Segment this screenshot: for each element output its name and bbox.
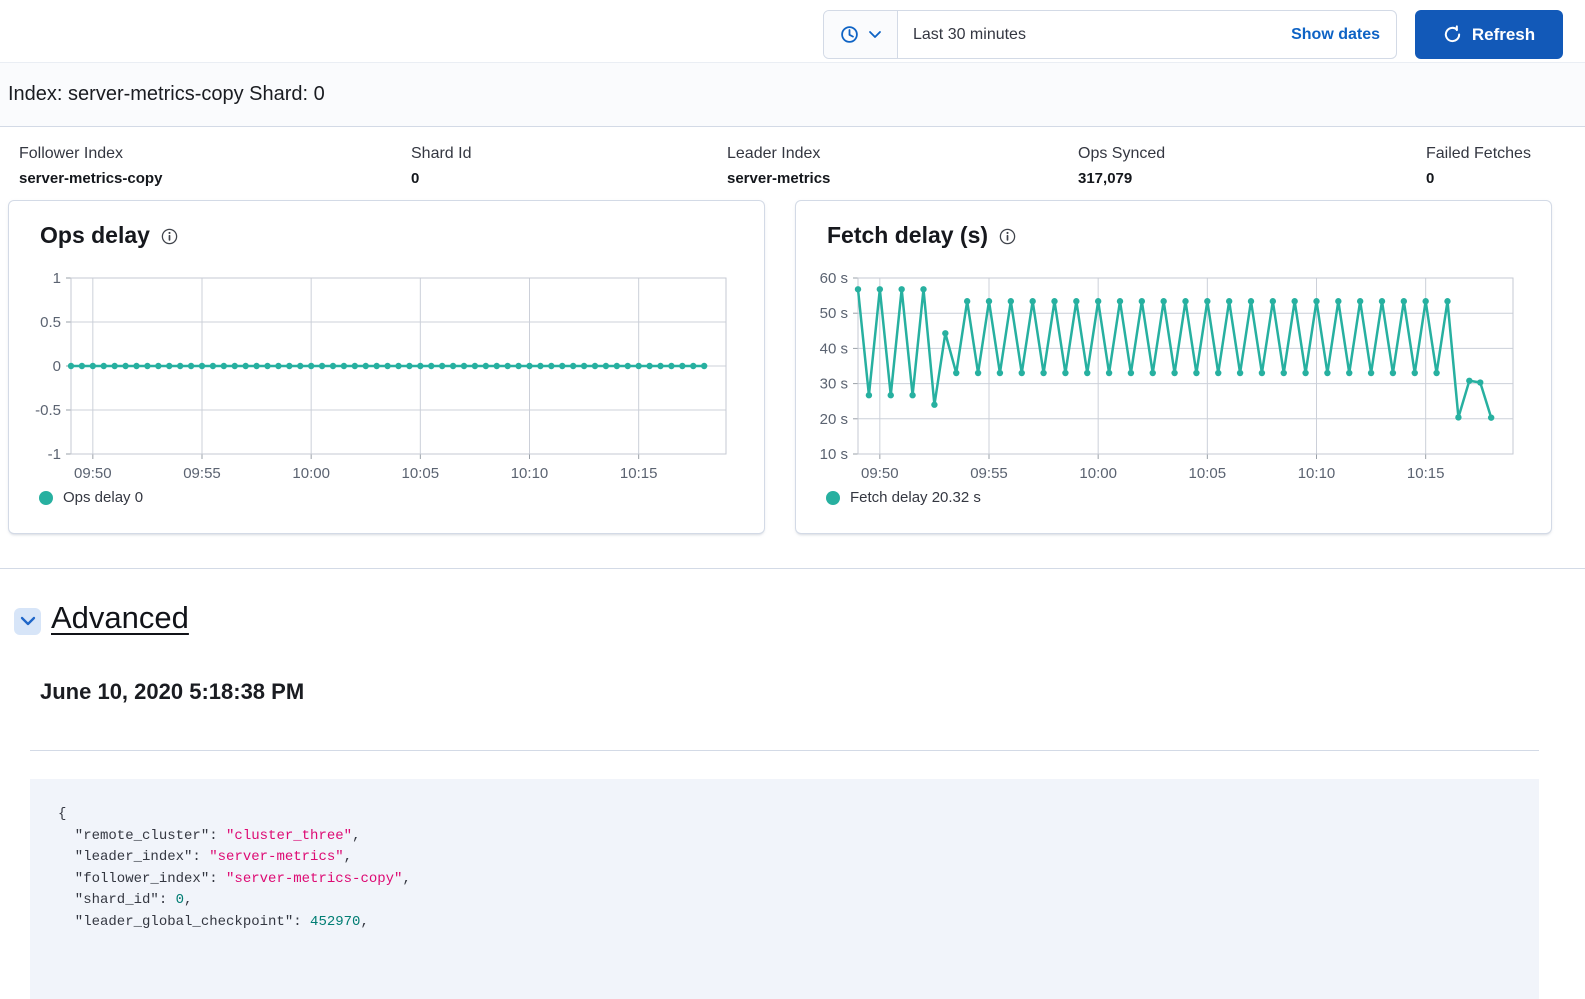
stat-leader-index: Leader Index server-metrics: [727, 145, 830, 187]
ops-delay-legend: Ops delay 0: [39, 489, 143, 506]
page-header: Index: server-metrics-copy Shard: 0: [0, 62, 1585, 127]
time-picker[interactable]: Last 30 minutes Show dates: [823, 10, 1397, 59]
ops-delay-panel: Ops delay 1 0.5 0 -0.5 -1 09:50 09:55 10:00 10:0…: [8, 200, 765, 534]
time-range-display[interactable]: Last 30 minutes: [898, 11, 1275, 58]
ops-delay-chart: 1 0.5 0 -0.5 -1 09:50 09:55 10:00 10:05 10:10 10:1…: [35, 270, 727, 482]
stat-label: Follower Index: [19, 145, 124, 162]
page-title: Index: server-metrics-copy Shard: 0: [8, 83, 325, 105]
stat-value: 0: [411, 170, 420, 187]
svg-text:10:10: 10:10: [511, 465, 549, 482]
stat-label: Ops Synced: [1078, 145, 1166, 162]
svg-text:10:00: 10:00: [292, 465, 330, 482]
stat-value: 0: [1426, 170, 1435, 187]
clock-icon: [840, 25, 859, 44]
stat-label: Leader Index: [727, 145, 821, 162]
stat-failed-fetches: Failed Fetches 0: [1426, 145, 1531, 187]
svg-text:10:05: 10:05: [1189, 465, 1227, 482]
shard-stats-json: { "remote_cluster": "cluster_three", "le…: [58, 806, 411, 930]
fetch-delay-legend: Fetch delay 20.32 s: [826, 489, 981, 506]
stat-label: Shard Id: [411, 145, 472, 162]
info-icon[interactable]: [161, 228, 178, 245]
info-icon[interactable]: [999, 228, 1016, 245]
svg-text:10:15: 10:15: [1407, 465, 1445, 482]
svg-text:09:55: 09:55: [183, 465, 221, 482]
svg-text:10:15: 10:15: [620, 465, 658, 482]
svg-text:10:05: 10:05: [402, 465, 440, 482]
refresh-icon: [1443, 25, 1462, 44]
ops-delay-chart-title: Ops delay: [40, 222, 150, 248]
svg-text:1: 1: [53, 270, 61, 287]
refresh-button[interactable]: Refresh: [1415, 10, 1563, 59]
svg-text:-1: -1: [48, 446, 61, 463]
section-divider: [0, 568, 1585, 569]
svg-text:0: 0: [53, 358, 61, 375]
stat-shard-id: Shard Id 0: [411, 145, 471, 187]
svg-text:30 s: 30 s: [820, 376, 848, 393]
stat-label: Failed Fetches: [1426, 145, 1531, 162]
svg-text:10 s: 10 s: [820, 446, 848, 463]
stat-value: 317,079: [1078, 170, 1133, 187]
advanced-toggle[interactable]: Advanced: [14, 600, 189, 636]
svg-text:20 s: 20 s: [820, 411, 848, 428]
stat-value: server-metrics: [727, 170, 831, 187]
advanced-timestamp: June 10, 2020 5:18:38 PM: [40, 679, 305, 704]
ccr-shard-stats-page: { "colors": { "primary_button": "#1259b8…: [0, 0, 1585, 999]
stats-row: Follower Index server-metrics-copy Shard…: [0, 145, 1585, 195]
time-quick-select-button[interactable]: [824, 11, 898, 58]
stat-follower-index: Follower Index server-metrics-copy: [19, 145, 162, 187]
chevron-down-icon: [868, 30, 882, 39]
svg-text:60 s: 60 s: [820, 270, 848, 287]
fetch-delay-chart: 60 s 50 s 40 s 30 s 20 s 10 s 09:50 09:55 10:00 1…: [820, 270, 1514, 482]
svg-text:09:50: 09:50: [74, 465, 112, 482]
stat-value: server-metrics-copy: [19, 170, 163, 187]
fetch-delay-panel: Fetch delay (s) 60 s 50 s 40 s 30 s 20 s 10 s…: [795, 200, 1552, 534]
legend-label: Fetch delay 20.32 s: [850, 489, 981, 506]
svg-text:09:50: 09:50: [861, 465, 899, 482]
svg-text:10:10: 10:10: [1298, 465, 1336, 482]
fetch-delay-chart-title: Fetch delay (s): [827, 222, 989, 248]
show-dates-button[interactable]: Show dates: [1275, 11, 1396, 58]
svg-text:0.5: 0.5: [40, 314, 61, 331]
refresh-button-label: Refresh: [1471, 24, 1536, 44]
legend-dot: [826, 490, 840, 505]
legend-label: Ops delay 0: [63, 489, 144, 506]
svg-text:-0.5: -0.5: [35, 402, 61, 419]
advanced-divider: [30, 750, 1539, 751]
svg-text:10:00: 10:00: [1079, 465, 1117, 482]
chevron-down-icon[interactable]: [14, 607, 41, 635]
svg-text:50 s: 50 s: [820, 305, 848, 322]
code-block: { "remote_cluster": "cluster_three", "le…: [30, 779, 1539, 999]
advanced-link[interactable]: Advanced: [51, 600, 189, 636]
svg-text:40 s: 40 s: [820, 340, 848, 357]
stat-ops-synced: Ops Synced 317,079: [1078, 145, 1165, 187]
svg-text:09:55: 09:55: [970, 465, 1008, 482]
legend-dot: [39, 490, 53, 505]
